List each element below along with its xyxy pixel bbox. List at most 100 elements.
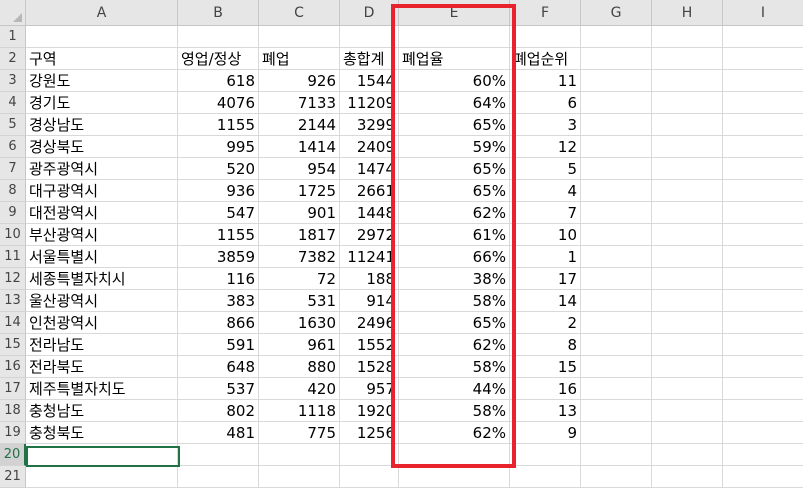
cell-empty[interactable] xyxy=(581,158,652,180)
data-cell-d[interactable]: 1528 xyxy=(340,356,399,378)
data-cell-b[interactable]: 116 xyxy=(178,268,259,290)
region-name-cell[interactable]: 충청북도 xyxy=(26,422,178,444)
row-header-6[interactable]: 6 xyxy=(0,136,26,158)
data-cell-d[interactable]: 11209 xyxy=(340,92,399,114)
cell-empty[interactable] xyxy=(581,246,652,268)
cell-empty[interactable] xyxy=(723,70,803,92)
data-cell-e[interactable]: 38% xyxy=(399,268,510,290)
data-cell-c[interactable]: 420 xyxy=(259,378,340,400)
cell-empty[interactable] xyxy=(581,26,652,48)
region-name-cell[interactable]: 대전광역시 xyxy=(26,202,178,224)
cell-empty[interactable] xyxy=(581,136,652,158)
row-header-16[interactable]: 16 xyxy=(0,356,26,378)
data-cell-b[interactable]: 866 xyxy=(178,312,259,334)
region-name-cell[interactable]: 부산광역시 xyxy=(26,224,178,246)
data-cell-d[interactable]: 914 xyxy=(340,290,399,312)
cell-empty[interactable] xyxy=(510,444,581,466)
data-cell-d[interactable]: 3299 xyxy=(340,114,399,136)
header-cell-d[interactable]: 총합계 xyxy=(340,48,399,70)
data-cell-b[interactable]: 4076 xyxy=(178,92,259,114)
cell-empty[interactable] xyxy=(259,26,340,48)
data-cell-b[interactable]: 383 xyxy=(178,290,259,312)
region-name-cell[interactable]: 제주특별자치도 xyxy=(26,378,178,400)
row-header-11[interactable]: 11 xyxy=(0,246,26,268)
header-cell-b[interactable]: 영업/정상 xyxy=(178,48,259,70)
row-header-9[interactable]: 9 xyxy=(0,202,26,224)
cell-empty[interactable] xyxy=(510,466,581,488)
row-header-4[interactable]: 4 xyxy=(0,92,26,114)
row-header-21[interactable]: 21 xyxy=(0,466,26,488)
data-cell-c[interactable]: 880 xyxy=(259,356,340,378)
data-cell-c[interactable]: 961 xyxy=(259,334,340,356)
cell-empty[interactable] xyxy=(581,466,652,488)
cell-empty[interactable] xyxy=(723,378,803,400)
cell-empty[interactable] xyxy=(178,466,259,488)
cell-empty[interactable] xyxy=(723,444,803,466)
cell-empty[interactable] xyxy=(723,312,803,334)
row-header-5[interactable]: 5 xyxy=(0,114,26,136)
cell-empty[interactable] xyxy=(259,444,340,466)
cell-empty[interactable] xyxy=(723,422,803,444)
cell-empty[interactable] xyxy=(26,444,178,466)
row-header-7[interactable]: 7 xyxy=(0,158,26,180)
data-cell-e[interactable]: 62% xyxy=(399,422,510,444)
select-all-corner[interactable] xyxy=(0,0,26,26)
data-cell-c[interactable]: 72 xyxy=(259,268,340,290)
data-cell-b[interactable]: 537 xyxy=(178,378,259,400)
data-cell-e[interactable]: 59% xyxy=(399,136,510,158)
row-header-2[interactable]: 2 xyxy=(0,48,26,70)
cell-empty[interactable] xyxy=(178,444,259,466)
column-header-d[interactable]: D xyxy=(340,0,399,26)
cell-empty[interactable] xyxy=(652,48,723,70)
data-cell-c[interactable]: 1630 xyxy=(259,312,340,334)
data-cell-f[interactable]: 6 xyxy=(510,92,581,114)
data-cell-f[interactable]: 5 xyxy=(510,158,581,180)
cell-empty[interactable] xyxy=(723,114,803,136)
region-name-cell[interactable]: 충청남도 xyxy=(26,400,178,422)
cell-empty[interactable] xyxy=(723,202,803,224)
cell-empty[interactable] xyxy=(723,92,803,114)
cell-empty[interactable] xyxy=(652,378,723,400)
cell-empty[interactable] xyxy=(340,26,399,48)
data-cell-b[interactable]: 648 xyxy=(178,356,259,378)
data-cell-b[interactable]: 3859 xyxy=(178,246,259,268)
cell-empty[interactable] xyxy=(723,136,803,158)
row-header-19[interactable]: 19 xyxy=(0,422,26,444)
cell-empty[interactable] xyxy=(723,224,803,246)
data-cell-e[interactable]: 44% xyxy=(399,378,510,400)
region-name-cell[interactable]: 전라북도 xyxy=(26,356,178,378)
region-name-cell[interactable]: 서울특별시 xyxy=(26,246,178,268)
row-header-12[interactable]: 12 xyxy=(0,268,26,290)
cell-empty[interactable] xyxy=(723,48,803,70)
data-cell-e[interactable]: 64% xyxy=(399,92,510,114)
cell-empty[interactable] xyxy=(340,466,399,488)
data-cell-c[interactable]: 1414 xyxy=(259,136,340,158)
region-name-cell[interactable]: 경기도 xyxy=(26,92,178,114)
data-cell-f[interactable]: 3 xyxy=(510,114,581,136)
cell-empty[interactable] xyxy=(510,26,581,48)
data-cell-c[interactable]: 1725 xyxy=(259,180,340,202)
cell-empty[interactable] xyxy=(723,180,803,202)
cell-empty[interactable] xyxy=(652,356,723,378)
row-header-17[interactable]: 17 xyxy=(0,378,26,400)
data-cell-f[interactable]: 17 xyxy=(510,268,581,290)
data-cell-b[interactable]: 995 xyxy=(178,136,259,158)
cell-empty[interactable] xyxy=(178,26,259,48)
cell-empty[interactable] xyxy=(723,334,803,356)
cell-empty[interactable] xyxy=(581,444,652,466)
cell-empty[interactable] xyxy=(652,400,723,422)
data-cell-e[interactable]: 65% xyxy=(399,312,510,334)
data-cell-f[interactable]: 13 xyxy=(510,400,581,422)
column-header-e[interactable]: E xyxy=(399,0,510,26)
header-cell-a[interactable]: 구역 xyxy=(26,48,178,70)
data-cell-d[interactable]: 2972 xyxy=(340,224,399,246)
data-cell-d[interactable]: 11241 xyxy=(340,246,399,268)
row-header-13[interactable]: 13 xyxy=(0,290,26,312)
data-cell-f[interactable]: 16 xyxy=(510,378,581,400)
data-cell-e[interactable]: 65% xyxy=(399,158,510,180)
data-cell-f[interactable]: 10 xyxy=(510,224,581,246)
region-name-cell[interactable]: 대구광역시 xyxy=(26,180,178,202)
data-cell-b[interactable]: 618 xyxy=(178,70,259,92)
cell-empty[interactable] xyxy=(652,158,723,180)
data-cell-b[interactable]: 802 xyxy=(178,400,259,422)
